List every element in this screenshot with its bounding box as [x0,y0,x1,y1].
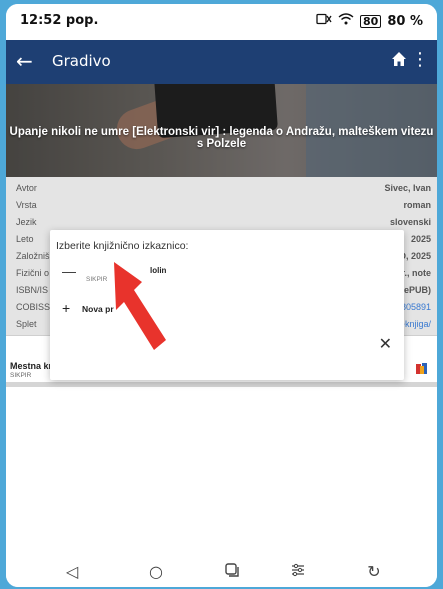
detail-value: roman [403,200,431,210]
app-bar: ← Gradivo ⋮ [6,40,437,84]
library-name: Mestna kr [10,361,53,371]
detail-row: Jezik slovenski [6,213,437,230]
detail-key: Leto [16,234,34,244]
nav-recents-icon[interactable] [220,562,244,581]
detail-key: COBISS. [16,302,53,312]
mute-icon [316,13,332,29]
detail-key: Jezik [16,217,37,227]
detail-key: ISBN/IS [16,285,49,295]
book-title: Upanje nikoli ne umre [Elektronski vir] … [9,126,434,150]
status-icons: 80 80 % [316,13,423,29]
more-vert-icon[interactable]: ⋮ [411,50,429,70]
library-sub: SIKPIR [10,372,32,379]
status-bar: 12:52 pop. 80 80 % [6,4,437,40]
cover-banner: Upanje nikoli ne umre [Elektronski vir] … [6,84,437,177]
detail-row: Avtor Sivec, Ivan [6,179,437,196]
detail-row: Vrsta roman [6,196,437,213]
wifi-icon [338,13,354,29]
minus-icon: — [62,263,76,279]
nav-refresh-icon[interactable]: ↻ [362,562,386,581]
nav-settings-sliders-icon[interactable] [286,562,310,581]
status-time: 12:52 pop. [20,13,99,28]
device-screen: 12:52 pop. 80 80 % ← Gradivo ⋮ Upanje ni… [6,4,437,587]
dialog-title: Izberite knjižnično izkaznico: [56,240,189,252]
home-icon[interactable] [391,51,407,71]
detail-key: Splet [16,319,37,329]
plus-icon: + [62,300,71,316]
detail-key: Avtor [16,183,37,193]
detail-value: 2025 [410,234,431,244]
library-logo-icon [415,361,429,375]
red-pointer-arrow-icon [114,262,166,350]
system-nav-bar: ◁ ○ ↻ [6,560,437,587]
detail-value: Sivec, Ivan [384,183,431,193]
content-area [6,387,437,547]
new-card-label: Nova pr [82,304,114,314]
page-title: Gradivo [52,52,111,70]
detail-value: slovenski [389,217,431,227]
battery-percent: 80 % [387,13,423,29]
detail-key: Fizični o [16,268,50,278]
battery-icon: 80 [360,14,382,28]
close-icon[interactable]: ✕ [379,334,392,353]
detail-key: Založniš [16,251,50,261]
cobiss-link[interactable]: 805891 [401,302,431,312]
nav-home-icon[interactable]: ○ [144,562,168,581]
detail-key: Vrsta [16,200,37,210]
card-option-sub: SIKPIR [86,276,108,283]
web-link[interactable]: ~knjiga/ [400,319,431,329]
nav-back-icon[interactable]: ◁ [60,562,84,581]
back-arrow-icon[interactable]: ← [16,49,33,73]
library-card-dialog: Izberite knjižnično izkaznico: — SIKPIR … [50,230,404,380]
